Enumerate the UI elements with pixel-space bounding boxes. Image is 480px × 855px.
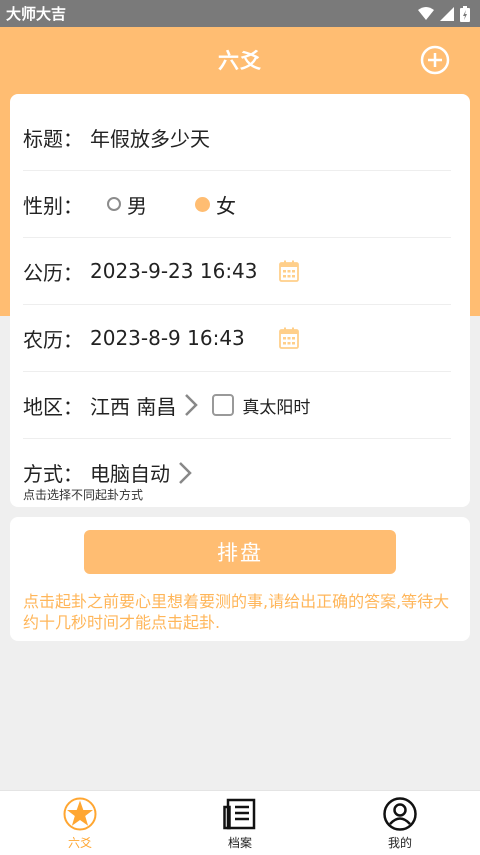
tab-liuyao[interactable]: 六爻 (0, 791, 160, 855)
tab-archive-label: 档案 (227, 836, 252, 850)
tab-mine-label: 我的 (387, 836, 412, 850)
method-label: 方式： (23, 462, 83, 486)
gender-option-female-label: 女 (216, 193, 236, 218)
tab-mine[interactable]: 我的 (320, 791, 480, 855)
star-icon (63, 797, 97, 831)
archive-icon (223, 798, 256, 830)
lunar-date-row[interactable]: 农历： 2023-8-9 16:43 (23, 305, 451, 372)
gender-row: 性别： 男 女 (23, 171, 451, 238)
solar-date-label: 公历： (23, 260, 83, 285)
method-hint: 点击选择不同起卦方式 (23, 488, 144, 502)
chevron-right-icon[interactable] (184, 393, 199, 417)
wifi-icon (418, 6, 434, 20)
radio-unselected-icon (107, 197, 121, 211)
add-circle-icon[interactable] (420, 45, 450, 75)
radio-selected-icon (195, 196, 210, 212)
status-icons (418, 5, 470, 22)
status-bar-title: 大师大吉 (6, 5, 67, 23)
action-card: 排盘 点击起卦之前要心里想着要测的事,请给出正确的答案,等待大约十几秒时间才能点… (10, 517, 470, 641)
calendar-icon[interactable] (279, 327, 299, 349)
solar-date-value[interactable]: 2023-9-23 16:43 (90, 259, 258, 283)
notice-text: 点击起卦之前要心里想着要测的事,请给出正确的答案,等待大约十几秒时间才能点击起卦… (23, 592, 450, 632)
gender-label: 性别： (23, 193, 83, 218)
lunar-date-value[interactable]: 2023-8-9 16:43 (90, 326, 245, 350)
region-row: 地区： 江西 南昌 真太阳时 (23, 372, 451, 439)
battery-icon (460, 5, 470, 22)
signal-icon (440, 6, 454, 21)
chevron-right-icon[interactable] (178, 461, 192, 485)
title-row[interactable]: 标题： 年假放多少天 (23, 104, 451, 171)
gender-option-male-label: 男 (127, 193, 147, 218)
method-value[interactable]: 电脑自动 (90, 458, 170, 487)
calendar-icon[interactable] (279, 260, 299, 282)
status-bar: 大师大吉 (0, 0, 480, 27)
tab-liuyao-label: 六爻 (67, 836, 92, 850)
form-card: 标题： 年假放多少天 性别： 男 女 公历： 2023-9-23 16:43 农… (10, 94, 470, 507)
user-icon (383, 797, 417, 831)
solar-date-row[interactable]: 公历： 2023-9-23 16:43 (23, 238, 451, 305)
title-bar: 六爻 (0, 27, 480, 93)
region-label: 地区： (23, 394, 83, 419)
title-value[interactable]: 年假放多少天 (90, 123, 210, 152)
true-solar-time-checkbox[interactable] (212, 394, 235, 416)
arrange-chart-button[interactable]: 排盘 (84, 530, 396, 574)
true-solar-time-label: 真太阳时 (242, 397, 311, 418)
lunar-date-label: 农历： (23, 327, 83, 352)
page-title: 六爻 (218, 49, 262, 73)
region-value[interactable]: 江西 南昌 (90, 391, 176, 420)
bottom-tab-bar: 六爻 档案 我的 (0, 790, 480, 855)
title-label: 标题： (23, 126, 83, 151)
gender-option-female[interactable]: 女 (195, 190, 236, 219)
gender-option-male[interactable]: 男 (107, 190, 147, 219)
tab-archive[interactable]: 档案 (160, 791, 320, 855)
